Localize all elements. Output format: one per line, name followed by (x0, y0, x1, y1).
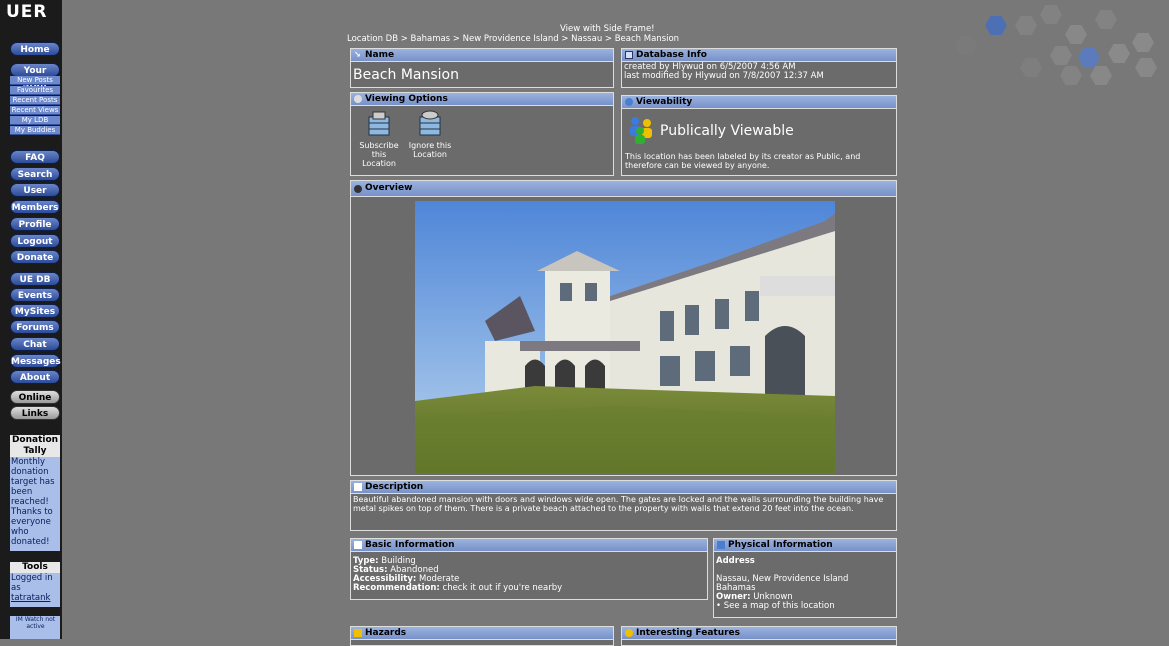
viewability-text: This location has been labeled by its cr… (625, 152, 861, 170)
nav-search-button[interactable]: Search (10, 167, 60, 181)
tools-box: Logged in as tatratank (10, 573, 60, 607)
star-icon (354, 185, 362, 193)
viewability-header: Viewability (622, 96, 896, 109)
basic-info-header: Basic Information (351, 539, 707, 552)
hazards-panel: Hazards (350, 626, 614, 646)
overview-panel: Overview (350, 180, 897, 476)
physical-info-body: Address Nassau, New Providence Island Ba… (716, 557, 894, 611)
imwatch-status: IM Watch not active (10, 616, 60, 639)
nav-new-posts-link[interactable]: New Posts (10, 76, 60, 85)
nav-links-button[interactable]: Links (10, 406, 60, 420)
physical-info-panel: Physical Information Address Nassau, New… (713, 538, 897, 618)
globe-icon (717, 541, 725, 549)
nav-members-button[interactable]: Members (10, 200, 60, 214)
features-header: Interesting Features (622, 627, 896, 640)
donation-tally-title: Donation Tally (10, 435, 60, 457)
features-title: Interesting Features (636, 628, 741, 638)
nav-mysites-button[interactable]: MySites (10, 304, 60, 318)
name-panel-header: ↘ Name (351, 49, 613, 62)
nav-user-search-button[interactable]: User Srch (10, 183, 60, 210)
side-frame-link[interactable]: View with Side Frame! (560, 24, 655, 34)
nav-home-button[interactable]: Home (10, 42, 60, 56)
physical-info-title: Physical Information (728, 540, 833, 550)
map-link[interactable]: See a map of this location (724, 601, 835, 611)
database-info-title: Database Info (636, 50, 707, 60)
nav-donate-button[interactable]: Donate (10, 250, 60, 264)
modified-info: last modified by Hlywud on 7/8/2007 12:3… (624, 71, 824, 81)
nav-messages-button[interactable]: Messages (10, 354, 61, 368)
database-info-panel: Database Info created by Hlywud on 6/5/2… (621, 48, 897, 88)
document-icon (625, 51, 633, 59)
recommendation-label: Recommendation: (353, 583, 440, 593)
info-card-icon (354, 541, 362, 549)
subscribe-label: Subscribe this Location (359, 141, 399, 168)
ignore-option[interactable]: Ignore this Location (405, 109, 455, 159)
star-badge-icon (625, 629, 633, 637)
eye-icon (625, 98, 633, 106)
basic-info-panel: Basic Information Type: Building Status:… (350, 538, 708, 600)
nav-ue-db-button[interactable]: UE DB (10, 272, 60, 286)
map-link-row[interactable]: • See a map of this location (716, 602, 894, 611)
recommendation-value: check it out if you're nearby (442, 583, 563, 593)
username-link[interactable]: tatratank (11, 593, 50, 603)
subscribe-icon (368, 111, 390, 136)
sidebar: UER Home Your Stuff New Posts Favourites… (0, 0, 62, 639)
location-photo[interactable] (415, 201, 835, 473)
logged-in-label: Logged in as (11, 573, 53, 593)
nav-recent-views-link[interactable]: Recent Views (10, 106, 60, 115)
database-info-body: created by Hlywud on 6/5/2007 4:56 AM la… (624, 63, 894, 81)
nav-my-buddies-link[interactable]: My Buddies (10, 126, 60, 135)
address-label: Address (716, 556, 755, 566)
location-name: Beach Mansion (353, 67, 459, 83)
nav-online-button[interactable]: Online (10, 390, 60, 404)
description-title: Description (365, 482, 424, 492)
viewing-options-panel: Viewing Options Subscribe this Location … (350, 92, 614, 176)
viewing-options-header: Viewing Options (351, 93, 613, 106)
name-panel: ↘ Name Beach Mansion (350, 48, 614, 88)
hazards-title: Hazards (365, 628, 407, 638)
nav-about-button[interactable]: About (10, 370, 60, 384)
notepad-icon (354, 483, 362, 491)
physical-info-header: Physical Information (714, 539, 896, 552)
nav-my-ldb-link[interactable]: My LDB (10, 116, 60, 125)
people-icon (630, 117, 652, 144)
description-header: Description (351, 481, 896, 494)
nav-events-button[interactable]: Events (10, 288, 60, 302)
nav-forums-button[interactable]: Forums (10, 320, 60, 334)
database-info-header: Database Info (622, 49, 896, 62)
subscribe-option[interactable]: Subscribe this Location (356, 109, 402, 168)
ignore-icon (419, 110, 441, 136)
breadcrumb[interactable]: Location DB > Bahamas > New Providence I… (347, 34, 679, 44)
basic-info-body: Type: Building Status: Abandoned Accessi… (353, 557, 705, 593)
tools-title: Tools (10, 562, 60, 573)
nav-your-stuff-button[interactable]: Your Stuff (10, 63, 60, 90)
description-panel: Description Beautiful abandoned mansion … (350, 480, 897, 531)
viewing-options-title: Viewing Options (365, 94, 448, 104)
warning-icon (354, 629, 362, 637)
nav-recent-posts-link[interactable]: Recent Posts (10, 96, 60, 105)
name-panel-title: Name (365, 50, 395, 60)
features-panel: Interesting Features (621, 626, 897, 646)
magnifier-icon (354, 95, 362, 103)
pencil-icon: ↘ (354, 50, 361, 59)
viewability-status: Publically Viewable (660, 123, 794, 139)
site-logo[interactable]: UER (6, 2, 56, 24)
overview-title: Overview (365, 183, 413, 193)
donation-tally-text: Monthly donation target has been reached… (10, 457, 60, 551)
nav-faq-button[interactable]: FAQ (10, 150, 60, 164)
nav-profile-button[interactable]: Profile (10, 217, 60, 231)
nav-chat-button[interactable]: Chat (10, 337, 60, 351)
nav-favourites-link[interactable]: Favourites (10, 86, 60, 95)
ignore-label: Ignore this Location (408, 141, 452, 159)
hazards-header: Hazards (351, 627, 613, 640)
overview-header: Overview (351, 181, 896, 197)
viewability-title: Viewability (636, 97, 693, 107)
nav-logout-button[interactable]: Logout (10, 234, 60, 248)
description-text: Beautiful abandoned mansion with doors a… (353, 495, 884, 513)
basic-info-title: Basic Information (365, 540, 455, 550)
viewability-panel: Viewability Publically Viewable This loc… (621, 95, 897, 176)
